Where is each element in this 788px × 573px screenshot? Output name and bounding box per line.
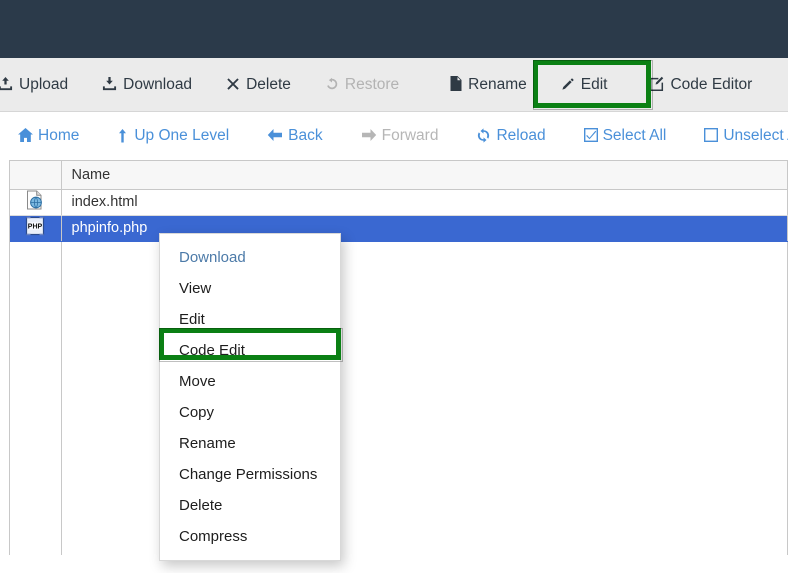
nav-back-label: Back bbox=[288, 127, 322, 145]
app-header-bar bbox=[0, 0, 788, 58]
context-menu-item-delete[interactable]: Delete bbox=[160, 490, 340, 521]
delete-x-icon bbox=[226, 77, 240, 93]
context-menu-item-move[interactable]: Move bbox=[160, 366, 340, 397]
nav-unselect-all[interactable]: Unselect All bbox=[698, 126, 788, 146]
empty-box-icon bbox=[704, 128, 718, 144]
file-list-table: Name index.h bbox=[10, 161, 788, 555]
nav-home-label: Home bbox=[38, 127, 79, 145]
nav-reload[interactable]: Reload bbox=[470, 126, 551, 146]
context-menu-item-download[interactable]: Download bbox=[160, 242, 340, 273]
reload-icon bbox=[476, 128, 491, 145]
upload-button[interactable]: Upload bbox=[0, 72, 70, 98]
file-name-cell[interactable]: index.html bbox=[61, 189, 788, 215]
download-label: Download bbox=[123, 76, 192, 94]
nav-up-one-level[interactable]: Up One Level bbox=[111, 126, 235, 146]
restore-label: Restore bbox=[345, 76, 399, 94]
nav-select-all[interactable]: Select All bbox=[578, 126, 673, 146]
file-icon-cell: PHP bbox=[10, 215, 61, 241]
file-list-head: Name bbox=[10, 161, 788, 189]
upload-label: Upload bbox=[19, 76, 68, 94]
checked-box-icon bbox=[584, 128, 598, 144]
edit-button[interactable]: Edit bbox=[559, 72, 610, 98]
edit-label: Edit bbox=[581, 76, 608, 94]
file-navigation-bar: Home Up One Level Back Forward Reload bbox=[0, 112, 788, 160]
code-editor-button[interactable]: Code Editor bbox=[639, 72, 762, 98]
nav-unselect-all-label: Unselect All bbox=[723, 127, 788, 145]
home-icon bbox=[18, 128, 33, 144]
nav-forward-label: Forward bbox=[382, 127, 439, 145]
table-empty-space bbox=[10, 241, 788, 555]
column-header-name: Name bbox=[61, 161, 788, 189]
upload-icon bbox=[0, 76, 13, 93]
nav-up-label: Up One Level bbox=[134, 127, 229, 145]
code-editor-button-wrap: Code Editor bbox=[639, 72, 762, 98]
context-menu-item-change-permissions[interactable]: Change Permissions bbox=[160, 459, 340, 490]
code-editor-icon bbox=[649, 76, 664, 93]
delete-label: Delete bbox=[246, 76, 291, 94]
table-header-row: Name bbox=[10, 161, 788, 189]
pencil-icon bbox=[561, 77, 575, 93]
empty-icon-cell bbox=[10, 241, 61, 555]
context-menu-item-compress[interactable]: Compress bbox=[160, 521, 340, 552]
download-button[interactable]: Download bbox=[100, 72, 194, 98]
svg-text:PHP: PHP bbox=[28, 224, 43, 231]
context-menu-item-code-edit[interactable]: Code Edit bbox=[160, 335, 340, 366]
nav-home[interactable]: Home bbox=[12, 126, 85, 146]
up-arrow-icon bbox=[117, 128, 129, 145]
nav-reload-label: Reload bbox=[496, 127, 545, 145]
file-icon bbox=[449, 76, 462, 93]
file-actions-toolbar: Upload Download Delete Restore Ren bbox=[0, 58, 788, 112]
nav-forward: Forward bbox=[355, 126, 445, 146]
file-list-body: index.html PHP phpinfo.php bbox=[10, 189, 788, 555]
rename-button[interactable]: Rename bbox=[447, 72, 529, 98]
rename-label: Rename bbox=[468, 76, 527, 94]
table-row[interactable]: PHP phpinfo.php bbox=[10, 215, 788, 241]
context-menu-item-rename[interactable]: Rename bbox=[160, 428, 340, 459]
context-menu-item-edit[interactable]: Edit bbox=[160, 304, 340, 335]
file-manager-page: Upload Download Delete Restore Ren bbox=[0, 0, 788, 573]
context-menu-item-copy[interactable]: Copy bbox=[160, 397, 340, 428]
right-arrow-icon bbox=[361, 128, 377, 144]
context-menu-item-view[interactable]: View bbox=[160, 273, 340, 304]
nav-back[interactable]: Back bbox=[261, 126, 328, 146]
file-context-menu: Download View Edit Code Edit Move Copy R… bbox=[159, 233, 341, 561]
delete-button[interactable]: Delete bbox=[224, 72, 293, 98]
restore-button: Restore bbox=[323, 72, 401, 98]
download-icon bbox=[102, 76, 117, 93]
php-file-icon: PHP bbox=[24, 216, 46, 240]
column-header-icon bbox=[10, 161, 61, 189]
nav-select-all-label: Select All bbox=[603, 127, 667, 145]
code-editor-label: Code Editor bbox=[670, 76, 752, 94]
left-arrow-icon bbox=[267, 128, 283, 144]
file-list-table-wrap: Name index.h bbox=[9, 160, 788, 555]
table-row[interactable]: index.html bbox=[10, 189, 788, 215]
html-file-icon bbox=[24, 190, 46, 214]
restore-icon bbox=[325, 77, 339, 93]
file-icon-cell bbox=[10, 189, 61, 215]
